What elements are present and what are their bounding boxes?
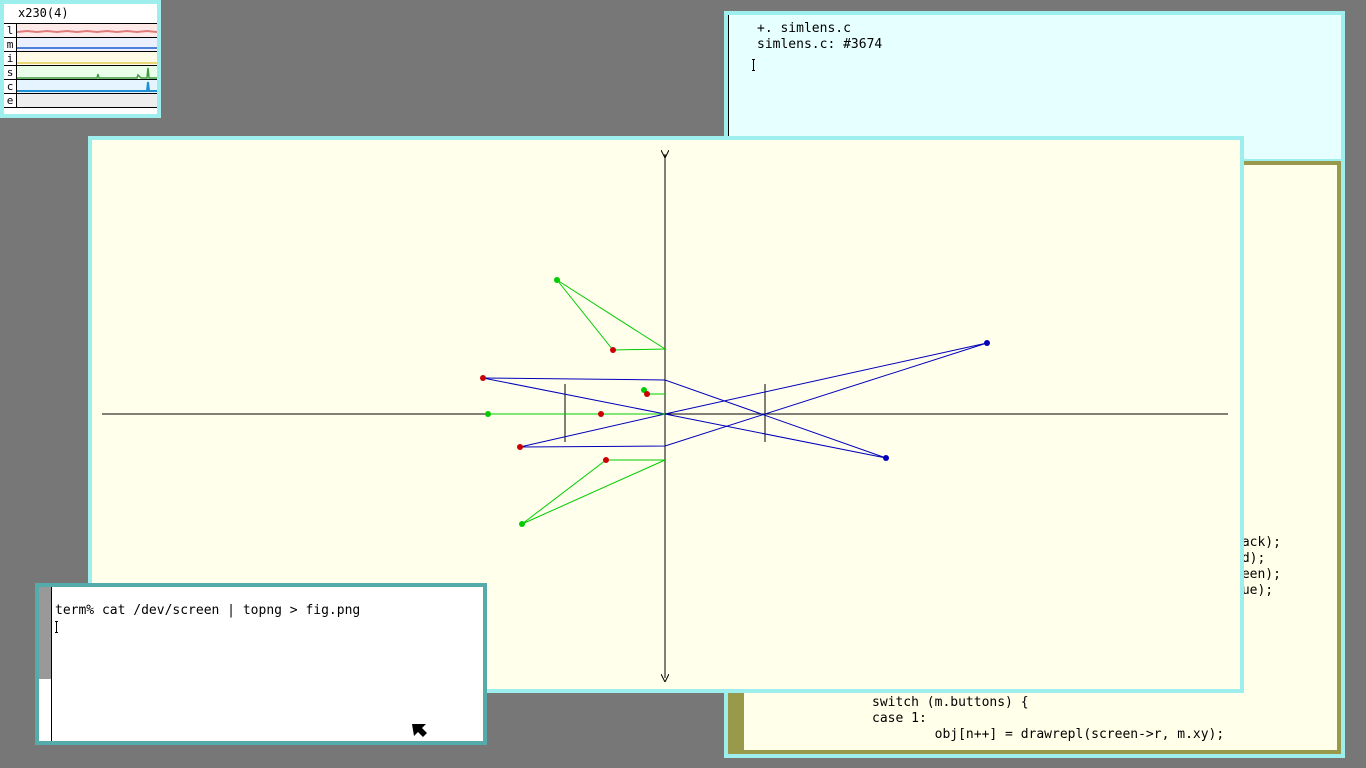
scrollbar-thumb[interactable]	[39, 587, 51, 679]
stats-row-label: s	[4, 66, 17, 79]
stats-panel: x230(4) l m i s c e	[4, 4, 157, 114]
interrupts-graph	[17, 52, 157, 65]
text-cursor-icon	[55, 621, 58, 633]
context-graph	[17, 80, 157, 93]
code-line: obj[n++] = drawrepl(screen->r, m.xy);	[872, 727, 1225, 742]
ethernet-graph	[17, 94, 157, 107]
stats-row-label: i	[4, 52, 17, 65]
syscalls-graph	[17, 66, 157, 79]
acme-tag-line1: +. simlens.c	[757, 21, 851, 36]
code-line: case 1:	[872, 711, 927, 726]
stats-row-load: l	[4, 24, 157, 38]
terminal-scrollbar[interactable]	[39, 587, 52, 741]
code-line: switch (m.buttons) {	[872, 695, 1029, 710]
green-points	[485, 277, 647, 527]
blue-points	[883, 340, 990, 461]
load-graph	[17, 24, 157, 37]
stats-row-label: e	[4, 94, 17, 107]
terminal-panel[interactable]: term% cat /dev/screen | topng > fig.png	[39, 587, 483, 741]
stats-title: x230(4)	[18, 6, 69, 20]
stats-row-ethernet: e	[4, 94, 157, 108]
text-cursor-icon	[752, 59, 755, 71]
stats-row-interrupts: i	[4, 52, 157, 66]
acme-tag-line2: simlens.c: #3674	[757, 37, 883, 52]
stats-row-label: l	[4, 24, 17, 37]
terminal-window[interactable]: term% cat /dev/screen | topng > fig.png	[35, 583, 487, 745]
stats-row-syscalls: s	[4, 66, 157, 80]
stats-row-label: m	[4, 38, 17, 51]
terminal-command: term% cat /dev/screen | topng > fig.png	[55, 603, 361, 618]
green-rays	[488, 279, 667, 525]
mouse-pointer-icon	[412, 724, 427, 737]
stats-rows: l m i s c e	[4, 23, 157, 108]
acme-tag-text[interactable]: +. simlens.c simlens.c: #3674	[757, 21, 882, 53]
stats-row-memory: m	[4, 38, 157, 52]
blue-rays	[482, 342, 988, 459]
stats-row-label: c	[4, 80, 17, 93]
memory-graph	[17, 38, 157, 51]
stats-window[interactable]: x230(4) l m i s c e	[0, 0, 161, 118]
stats-row-context: c	[4, 80, 157, 94]
